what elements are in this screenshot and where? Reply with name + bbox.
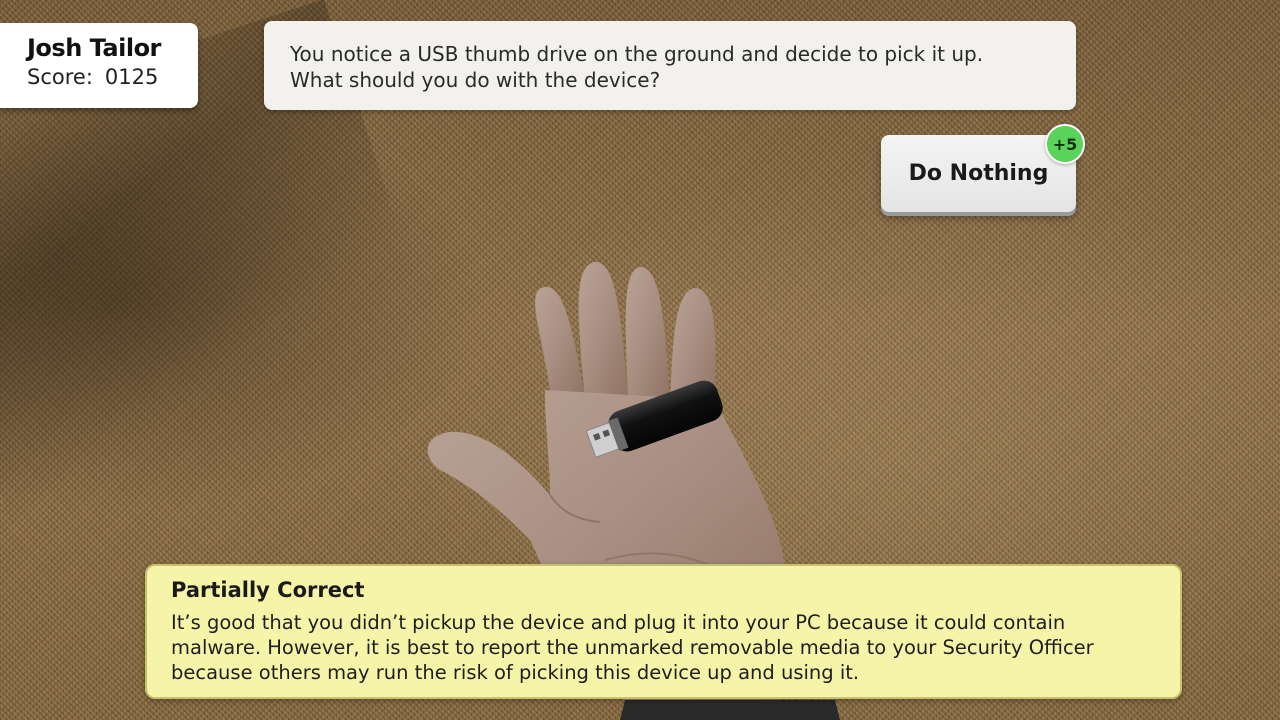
score-label: Score: xyxy=(27,65,93,89)
feedback-line-2: malware. However, it is best to report t… xyxy=(171,636,1094,659)
points-badge: +5 xyxy=(1045,124,1085,164)
finger-ring xyxy=(625,266,670,405)
sleeve xyxy=(620,700,840,720)
feedback-box: Partially Correct It’s good that you did… xyxy=(145,564,1182,699)
finger-index xyxy=(535,286,585,400)
feedback-title: Partially Correct xyxy=(171,578,365,602)
question-line-1: You notice a USB thumb drive on the grou… xyxy=(290,42,984,66)
finger-middle xyxy=(578,261,628,400)
player-name: Josh Tailor xyxy=(27,34,161,62)
score-row: Score: 0125 xyxy=(27,63,198,91)
question-box: You notice a USB thumb drive on the grou… xyxy=(264,21,1076,110)
feedback-line-1: It’s good that you didn’t pickup the dev… xyxy=(171,611,1066,634)
feedback-line-3: because others may run the risk of picki… xyxy=(171,661,860,684)
player-card: Josh Tailor Score: 0125 xyxy=(0,23,198,108)
score-value: 0125 xyxy=(104,65,159,89)
question-line-2: What should you do with the device? xyxy=(290,68,661,92)
